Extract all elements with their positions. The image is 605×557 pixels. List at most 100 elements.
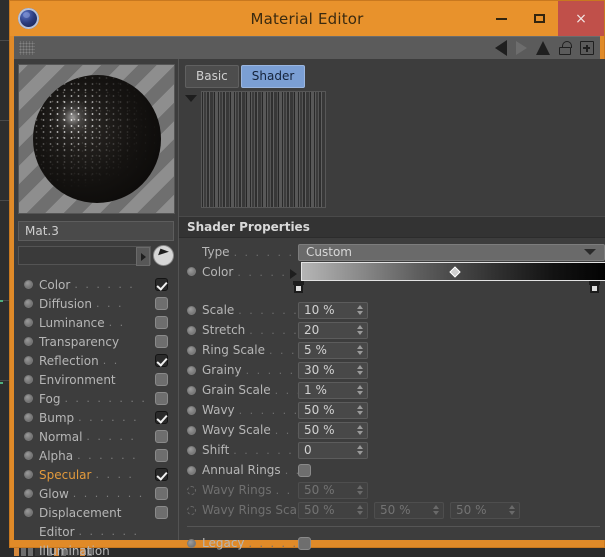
channel-label-dots: . . . . . . . — [72, 487, 145, 500]
shift-input[interactable]: 0 — [298, 441, 368, 459]
grainy-radio[interactable] — [187, 365, 196, 375]
drag-grip-icon[interactable] — [19, 41, 35, 55]
channel-radio[interactable] — [24, 375, 33, 384]
channel-checkbox[interactable] — [155, 411, 168, 424]
channel-item-displacement[interactable]: Displacement — [14, 503, 178, 522]
ring-scale-label-dots: . . . . . — [269, 344, 298, 357]
arrow-left-icon[interactable] — [495, 40, 507, 56]
gradient-handle-left[interactable] — [293, 281, 304, 294]
gradient-knot[interactable] — [448, 265, 461, 278]
channel-item-alpha[interactable]: Alpha. . . . . . — [14, 446, 178, 465]
channel-item-diffusion[interactable]: Diffusion. . . — [14, 294, 178, 313]
material-preview-sphere[interactable] — [18, 64, 175, 214]
channel-checkbox[interactable] — [155, 373, 168, 386]
grainy-input[interactable]: 30 % — [298, 361, 368, 379]
channel-checkbox[interactable] — [155, 335, 168, 348]
wavy-radio[interactable] — [187, 405, 196, 415]
stretch-radio[interactable] — [187, 325, 196, 335]
arrow-up-icon[interactable] — [536, 41, 550, 55]
channel-checkbox[interactable] — [155, 468, 168, 481]
channel-radio[interactable] — [24, 394, 33, 403]
shift-radio[interactable] — [187, 445, 196, 455]
channel-radio[interactable] — [24, 413, 33, 422]
material-link-field[interactable] — [18, 246, 151, 266]
channel-checkbox[interactable] — [155, 506, 168, 519]
grain-scale-input[interactable]: 1 % — [298, 381, 368, 399]
wavy-rings-input[interactable]: 50 % — [298, 481, 368, 499]
grainy-label: Grainy — [202, 363, 242, 377]
wavy-scale-radio[interactable] — [187, 425, 196, 435]
channel-radio[interactable] — [24, 489, 33, 498]
tab-shader[interactable]: Shader — [240, 65, 306, 88]
channel-item-transparency[interactable]: Transparency — [14, 332, 178, 351]
channel-checkbox[interactable] — [155, 297, 168, 310]
channel-checkbox[interactable] — [155, 392, 168, 405]
legacy-radio[interactable] — [187, 538, 196, 548]
channel-item-reflection[interactable]: Reflection. . — [14, 351, 178, 370]
ring-scale-radio[interactable] — [187, 345, 196, 355]
arrow-right-icon[interactable] — [136, 247, 150, 266]
triangle-right-icon[interactable] — [290, 269, 297, 279]
wood-shader-preview[interactable] — [201, 91, 326, 208]
window-titlebar[interactable]: Material Editor × — [10, 1, 604, 36]
wavy-input[interactable]: 50 % — [298, 401, 368, 419]
color-gradient-bar[interactable] — [301, 262, 605, 281]
annual-rings-checkbox[interactable] — [298, 463, 311, 477]
channel-label: Normal — [39, 429, 83, 444]
material-name-input[interactable]: Mat.3 — [18, 221, 174, 241]
legacy-checkbox[interactable] — [298, 536, 311, 550]
channel-item-fog[interactable]: Fog. . . . . . . . — [14, 389, 178, 408]
padlock-icon[interactable] — [559, 41, 572, 55]
channel-item-specular[interactable]: Specular. . . . — [14, 465, 178, 484]
channel-radio[interactable] — [24, 356, 33, 365]
sphere-sparkle-layer-2 — [32, 75, 161, 203]
channel-radio[interactable] — [24, 508, 33, 517]
channel-item-illumination[interactable]: Illumination — [14, 541, 178, 557]
channel-item-editor[interactable]: Editor. . . . . . — [14, 522, 178, 541]
channel-radio[interactable] — [24, 451, 33, 460]
channel-checkbox[interactable] — [155, 430, 168, 443]
gradient-handle-right[interactable] — [589, 281, 600, 294]
channel-item-bump[interactable]: Bump. . . . . . — [14, 408, 178, 427]
ring-scale-input[interactable]: 5 % — [298, 341, 368, 359]
triangle-down-icon[interactable] — [185, 95, 197, 102]
color-row-radio[interactable] — [187, 267, 196, 276]
channel-item-luminance[interactable]: Luminance. . — [14, 313, 178, 332]
channel-radio[interactable] — [24, 280, 33, 289]
grain-scale-radio[interactable] — [187, 385, 196, 395]
scale-input[interactable]: 10 % — [298, 301, 368, 319]
close-button[interactable]: × — [558, 1, 604, 36]
channel-radio[interactable] — [24, 337, 33, 346]
wavy-rings-scale-input-x[interactable]: 50 % — [298, 501, 368, 519]
tab-bar: Basic Shader — [179, 59, 605, 88]
channel-radio[interactable] — [24, 432, 33, 441]
wavy-scale-input[interactable]: 50 % — [298, 421, 368, 439]
channel-checkbox[interactable] — [155, 449, 168, 462]
channel-checkbox[interactable] — [155, 487, 168, 500]
channel-checkbox[interactable] — [155, 354, 168, 367]
scale-radio[interactable] — [187, 305, 196, 315]
channel-checkbox[interactable] — [155, 316, 168, 329]
minimize-button[interactable] — [482, 1, 520, 36]
channel-label: Fog — [39, 391, 61, 406]
channel-radio[interactable] — [24, 470, 33, 479]
channel-item-environment[interactable]: Environment — [14, 370, 178, 389]
maximize-button[interactable] — [520, 1, 558, 36]
wavy-rings-scale-input-y[interactable]: 50 % — [374, 501, 444, 519]
chevron-down-icon — [584, 249, 596, 255]
tab-basic[interactable]: Basic — [185, 65, 239, 88]
stretch-input[interactable]: 20 — [298, 321, 368, 339]
wavy-rings-scale-input-z[interactable]: 50 % — [450, 501, 520, 519]
channel-item-color[interactable]: Color. . . . . . — [14, 275, 178, 294]
channel-item-normal[interactable]: Normal. . . . . — [14, 427, 178, 446]
channel-radio[interactable] — [24, 299, 33, 308]
eyedropper-picker-icon[interactable] — [153, 245, 174, 266]
arrow-right-icon[interactable] — [516, 41, 527, 55]
channel-item-glow[interactable]: Glow. . . . . . . — [14, 484, 178, 503]
plus-box-icon[interactable] — [580, 41, 594, 55]
shader-type-dropdown[interactable]: Custom — [298, 243, 605, 261]
channel-checkbox[interactable] — [155, 278, 168, 291]
annual-rings-radio[interactable] — [187, 465, 196, 475]
color-label-dots: . . . . . . . — [237, 265, 290, 279]
channel-radio[interactable] — [24, 318, 33, 327]
